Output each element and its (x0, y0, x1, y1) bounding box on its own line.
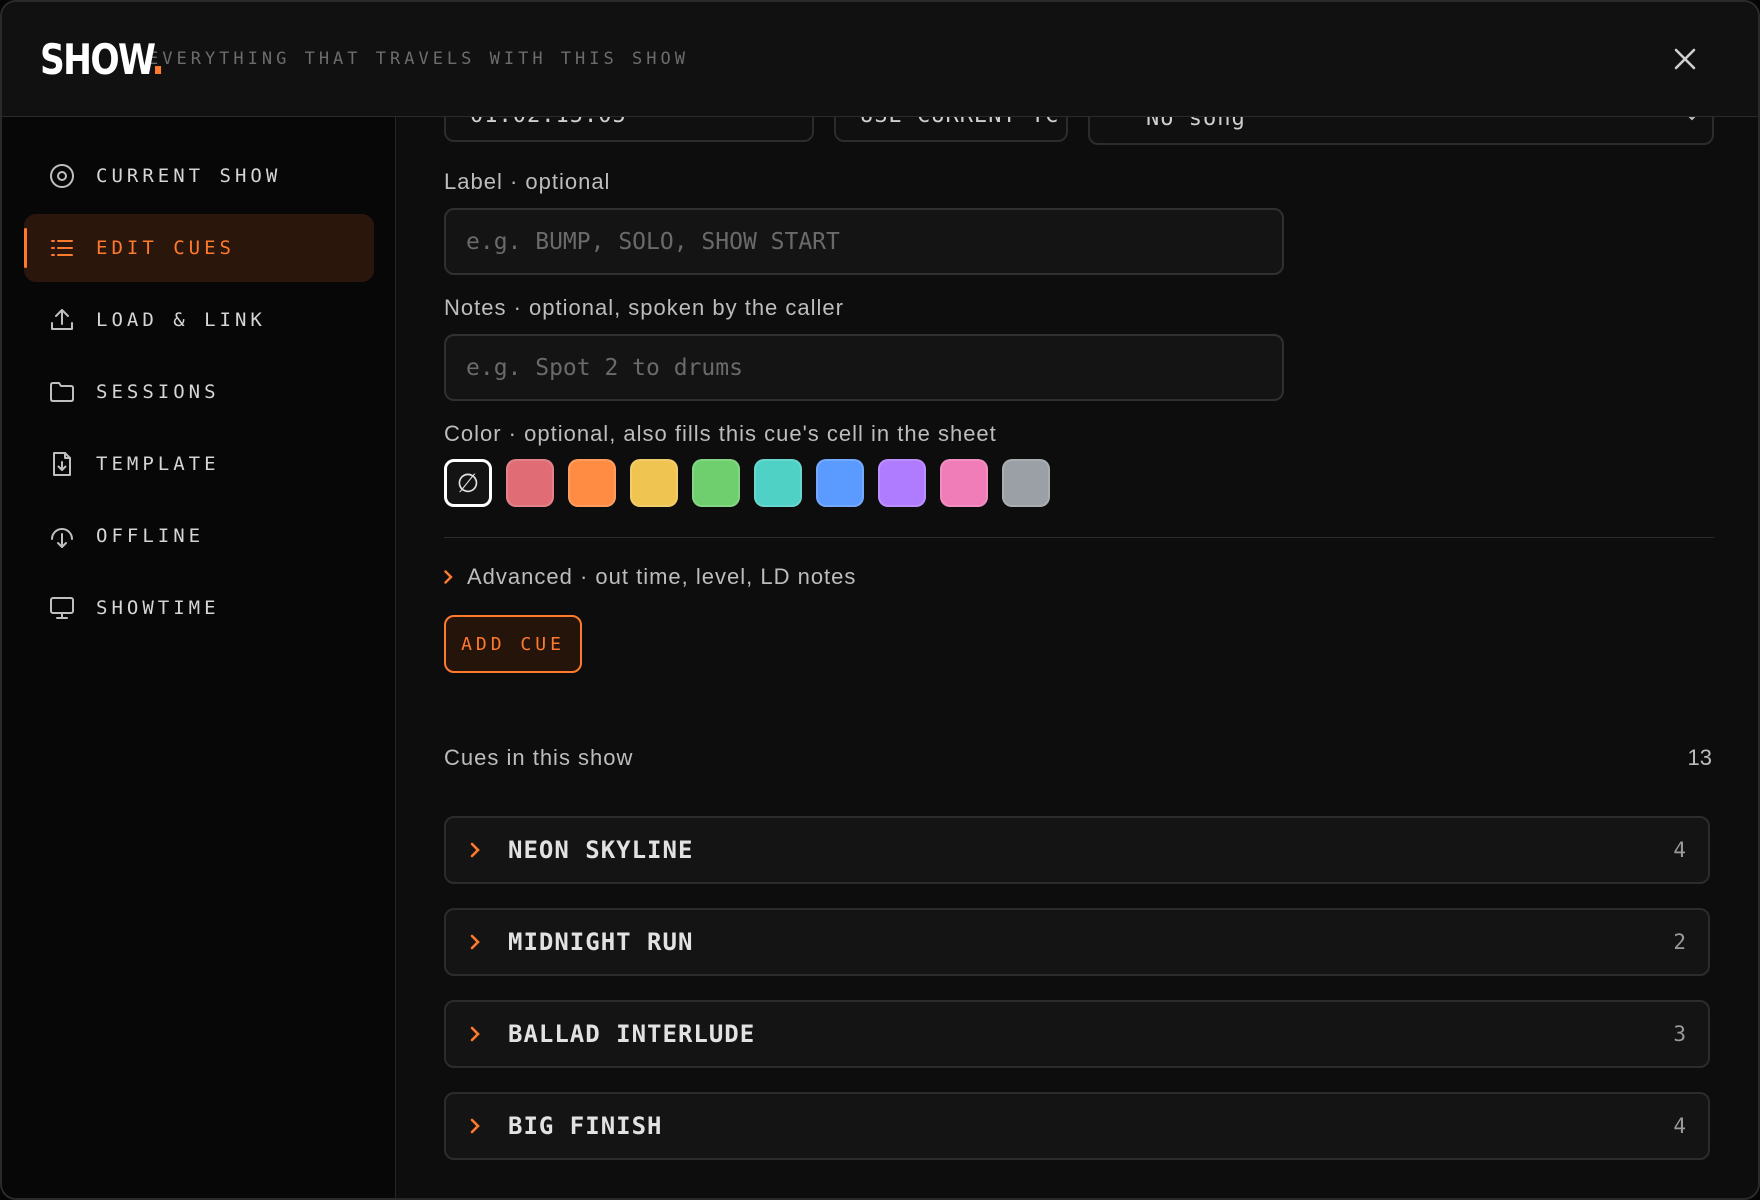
cue-list-total: 13 (1687, 745, 1712, 770)
sidebar-item-current-show[interactable]: CURRENT SHOW (24, 142, 374, 210)
notes-input[interactable] (444, 334, 1284, 401)
song-name: MIDNIGHT RUN (508, 928, 694, 956)
color-swatch[interactable] (506, 459, 554, 507)
color-swatch[interactable] (568, 459, 616, 507)
none-symbol: ∅ (456, 468, 480, 498)
target-icon (46, 160, 78, 192)
color-swatch[interactable] (878, 459, 926, 507)
sidebar-item-sessions[interactable]: SESSIONS (24, 358, 374, 426)
sidebar-item-label: EDIT CUES (96, 237, 235, 259)
sidebar-item-label: SESSIONS (96, 381, 220, 403)
chevron-right-icon (444, 570, 453, 584)
color-swatch[interactable] (754, 459, 802, 507)
chevron-right-icon (470, 1026, 480, 1042)
sidebar-item-label: SHOWTIME (96, 597, 220, 619)
song-group-row[interactable]: NEON SKYLINE 4 (444, 816, 1710, 884)
color-swatch-none[interactable]: ∅ (444, 459, 492, 507)
advanced-label: Advanced · out time, level, LD notes (467, 564, 857, 589)
sidebar-item-showtime[interactable]: SHOWTIME (24, 574, 374, 642)
song-group-row[interactable]: BIG FINISH 4 (444, 1092, 1710, 1160)
color-swatch[interactable] (940, 459, 988, 507)
song-cue-count: 3 (1673, 1022, 1686, 1046)
cue-time-value: 01:02:15:05 (470, 117, 627, 128)
color-swatch[interactable] (692, 459, 740, 507)
song-name: BIG FINISH (508, 1112, 663, 1140)
cue-list-title: Cues in this show (444, 745, 634, 770)
chevron-right-icon (470, 934, 480, 950)
song-name: NEON SKYLINE (508, 836, 694, 864)
use-current-tc-button[interactable]: USE CURRENT TC (834, 117, 1068, 142)
color-swatch[interactable] (816, 459, 864, 507)
close-button[interactable] (1668, 42, 1702, 76)
close-icon (1674, 48, 1696, 70)
add-cue-button[interactable]: ADD CUE (444, 615, 582, 673)
advanced-toggle[interactable]: Advanced · out time, level, LD notes (444, 564, 856, 590)
section-divider (444, 537, 1714, 538)
monitor-icon (46, 592, 78, 624)
use-current-tc-label: USE CURRENT TC (860, 117, 1059, 128)
header-tagline: EVERYTHING THAT TRAVELS WITH THIS SHOW (148, 49, 689, 69)
color-swatch[interactable] (630, 459, 678, 507)
sidebar-nav: CURRENT SHOW EDIT CUES LOAD & LINK SESSI… (2, 117, 396, 1198)
sidebar-item-label: LOAD & LINK (96, 309, 266, 331)
song-cue-count: 4 (1673, 1114, 1686, 1138)
sidebar-item-load-link[interactable]: LOAD & LINK (24, 286, 374, 354)
sidebar-item-label: TEMPLATE (96, 453, 220, 475)
label-field-title: Label · optional (444, 169, 611, 194)
sidebar-item-edit-cues[interactable]: EDIT CUES (24, 214, 374, 282)
color-swatch[interactable] (1002, 459, 1050, 507)
song-name: BALLAD INTERLUDE (508, 1020, 756, 1048)
folder-icon (46, 376, 78, 408)
show-settings-modal: SHOW. EVERYTHING THAT TRAVELS WITH THIS … (0, 0, 1760, 1200)
notes-field-title: Notes · optional, spoken by the caller (444, 295, 844, 320)
song-select[interactable]: No song (1088, 117, 1714, 145)
file-download-icon (46, 448, 78, 480)
song-cue-count: 4 (1673, 838, 1686, 862)
sidebar-item-label: CURRENT SHOW (96, 165, 282, 187)
color-swatches: ∅ (444, 459, 1064, 507)
sidebar-item-label: OFFLINE (96, 525, 205, 547)
brand-logo: SHOW. (40, 34, 165, 84)
color-field-title: Color · optional, also fills this cue's … (444, 421, 997, 446)
sidebar-item-template[interactable]: TEMPLATE (24, 430, 374, 498)
offline-download-icon (46, 520, 78, 552)
cue-time-input[interactable]: 01:02:15:05 (444, 117, 814, 142)
edit-cues-panel: 01:02:15:05 USE CURRENT TC No song Label… (396, 117, 1758, 1198)
chevron-right-icon (470, 1118, 480, 1134)
song-group-row[interactable]: BALLAD INTERLUDE 3 (444, 1000, 1710, 1068)
chevron-down-icon (1688, 117, 1696, 121)
sidebar-item-offline[interactable]: OFFLINE (24, 502, 374, 570)
label-input[interactable] (444, 208, 1284, 275)
chevron-right-icon (470, 842, 480, 858)
song-select-value: No song (1146, 117, 1246, 131)
list-icon (46, 232, 78, 264)
modal-header: SHOW. EVERYTHING THAT TRAVELS WITH THIS … (2, 2, 1758, 117)
song-group-row[interactable]: MIDNIGHT RUN 2 (444, 908, 1710, 976)
upload-icon (46, 304, 78, 336)
song-cue-count: 2 (1673, 930, 1686, 954)
